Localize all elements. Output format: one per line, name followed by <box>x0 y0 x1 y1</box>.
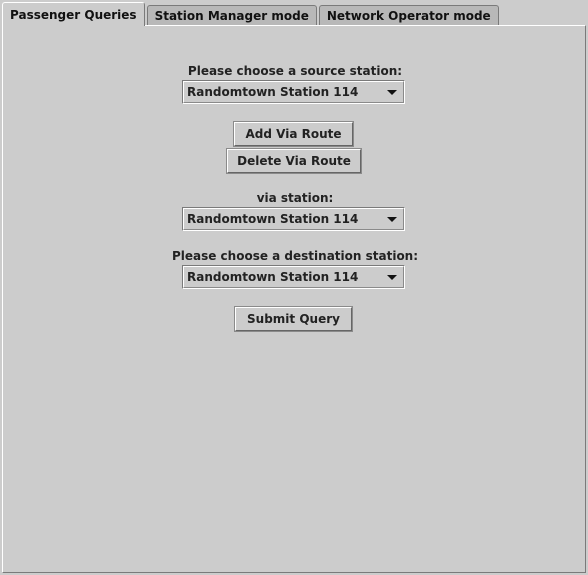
tab-bar: Passenger Queries Station Manager mode N… <box>2 2 501 26</box>
via-station-select[interactable]: Randomtown Station 114 <box>182 207 405 231</box>
app-window: Passenger Queries Station Manager mode N… <box>0 0 588 575</box>
tab-passenger-queries[interactable]: Passenger Queries <box>2 2 145 26</box>
tab-station-manager-mode[interactable]: Station Manager mode <box>146 5 317 26</box>
passenger-queries-panel: Please choose a source station: Randomto… <box>2 25 586 573</box>
source-station-select[interactable]: Randomtown Station 114 <box>182 80 405 104</box>
delete-via-route-button[interactable]: Delete Via Route <box>226 148 362 174</box>
destination-station-label: Please choose a destination station: <box>171 249 419 263</box>
via-station-value: Randomtown Station 114 <box>187 212 359 226</box>
add-via-route-button[interactable]: Add Via Route <box>233 121 354 147</box>
submit-query-button[interactable]: Submit Query <box>234 306 353 332</box>
destination-station-select[interactable]: Randomtown Station 114 <box>182 265 405 289</box>
source-station-value: Randomtown Station 114 <box>187 85 359 99</box>
chevron-down-icon <box>387 90 397 95</box>
tab-network-operator-mode[interactable]: Network Operator mode <box>318 5 499 26</box>
chevron-down-icon <box>387 217 397 222</box>
chevron-down-icon <box>387 275 397 280</box>
via-station-label: via station: <box>256 191 334 205</box>
source-station-label: Please choose a source station: <box>187 64 403 78</box>
destination-station-value: Randomtown Station 114 <box>187 270 359 284</box>
